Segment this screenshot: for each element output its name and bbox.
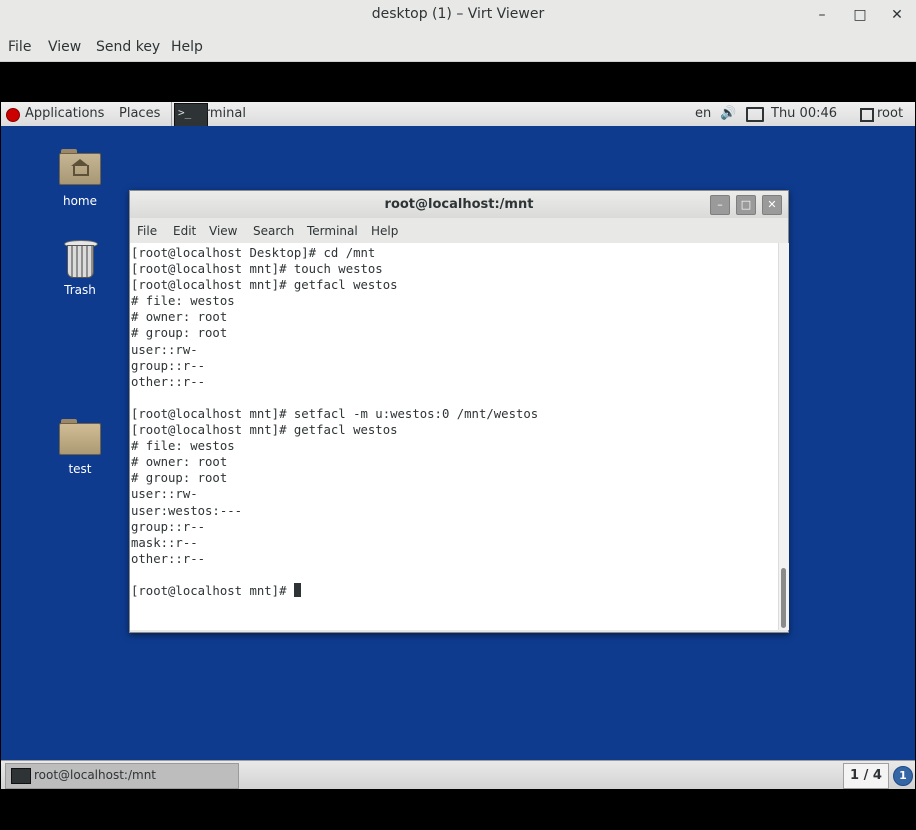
terminal-scrollbar-thumb[interactable]	[781, 568, 786, 628]
terminal-prompt: [root@localhost mnt]#	[131, 583, 294, 598]
terminal-line: [root@localhost mnt]# getfacl westos	[131, 278, 398, 293]
trash-icon-label[interactable]: Trash	[40, 283, 120, 297]
terminal-cursor	[293, 582, 301, 597]
taskbar-terminal-item[interactable]: root@localhost:/mnt	[5, 763, 239, 789]
terminal-line: other::r--	[131, 374, 206, 389]
home-folder-icon[interactable]	[59, 147, 101, 185]
terminal-title: root@localhost:/mnt	[384, 197, 534, 212]
terminal-app-icon	[11, 768, 31, 784]
terminal-line: # owner: root	[131, 310, 228, 325]
terminal-line: group::r--	[131, 519, 206, 534]
terminal-scrollbar[interactable]	[778, 243, 789, 630]
terminal-menu-file[interactable]: File	[137, 224, 157, 238]
viewer-maximize-button[interactable]: □	[849, 4, 871, 26]
viewer-menu-file[interactable]: File	[8, 39, 31, 55]
terminal-line: # file: westos	[131, 439, 235, 454]
terminal-line: # group: root	[131, 471, 228, 486]
terminal-line: other::r--	[131, 551, 206, 566]
gnome-bottom-panel: root@localhost:/mnt 1 / 4 1	[1, 760, 915, 789]
terminal-minimize-button[interactable]: –	[710, 195, 730, 215]
viewer-close-button[interactable]: ✕	[886, 4, 908, 26]
panel-clock[interactable]: Thu 00:46	[771, 106, 837, 121]
viewer-minimize-button[interactable]: –	[811, 4, 833, 26]
terminal-line: mask::r--	[131, 535, 198, 550]
workspace-indicator[interactable]: 1 / 4	[843, 763, 889, 789]
keyboard-layout-indicator[interactable]: en	[695, 106, 711, 121]
network-icon[interactable]	[746, 107, 764, 122]
terminal-line: [root@localhost mnt]# getfacl westos	[131, 423, 398, 438]
test-icon-label[interactable]: test	[40, 462, 120, 476]
user-menu-icon[interactable]	[860, 108, 874, 122]
terminal-line: [root@localhost Desktop]# cd /mnt	[131, 246, 376, 260]
panel-terminal-task[interactable]: Terminal	[191, 106, 246, 121]
redhat-logo-icon	[6, 108, 20, 122]
terminal-menu-view[interactable]: View	[209, 224, 237, 238]
terminal-line: [root@localhost mnt]# setfacl -m u:westo…	[131, 406, 539, 421]
terminal-line: group::r--	[131, 358, 206, 373]
volume-icon[interactable]: 🔊	[720, 106, 736, 121]
terminal-menu-search[interactable]: Search	[253, 224, 294, 238]
terminal-close-button[interactable]: ✕	[762, 195, 782, 215]
terminal-menu-terminal[interactable]: Terminal	[307, 224, 358, 238]
viewer-menu-view[interactable]: View	[48, 39, 81, 55]
terminal-window[interactable]: root@localhost:/mnt – □ ✕ File Edit View…	[129, 190, 789, 633]
terminal-menu-edit[interactable]: Edit	[173, 224, 196, 238]
terminal-prompt-line[interactable]: [root@localhost mnt]#	[131, 582, 538, 599]
terminal-maximize-button[interactable]: □	[736, 195, 756, 215]
home-icon-label[interactable]: home	[40, 194, 120, 208]
terminal-line: # owner: root	[131, 455, 228, 470]
notification-badge[interactable]: 1	[893, 766, 913, 786]
terminal-line: # group: root	[131, 326, 228, 341]
trash-icon[interactable]	[64, 240, 98, 278]
viewer-menu-send-key[interactable]: Send key	[96, 39, 160, 55]
applications-menu[interactable]: Applications	[25, 106, 104, 121]
terminal-line: user:westos:---	[131, 503, 243, 518]
viewer-menu-help[interactable]: Help	[171, 39, 203, 55]
test-folder-icon[interactable]	[59, 417, 101, 455]
terminal-line: # file: westos	[131, 294, 235, 309]
terminal-line: user::rw-	[131, 342, 198, 357]
panel-user[interactable]: root	[877, 106, 903, 121]
places-menu[interactable]: Places	[119, 106, 160, 121]
terminal-output-area[interactable]: [root@localhost Desktop]# cd /mnt [root@l…	[130, 243, 778, 630]
terminal-line: user::rw-	[131, 487, 198, 502]
terminal-menu-help[interactable]: Help	[371, 224, 398, 238]
terminal-line: [root@localhost mnt]# touch westos	[131, 262, 383, 277]
terminal-output: [root@localhost Desktop]# cd /mnt [root@l…	[131, 245, 538, 599]
panel-separator	[171, 102, 172, 126]
taskbar-terminal-label: root@localhost:/mnt	[34, 768, 157, 782]
viewer-title: desktop (1) – Virt Viewer	[371, 6, 545, 22]
